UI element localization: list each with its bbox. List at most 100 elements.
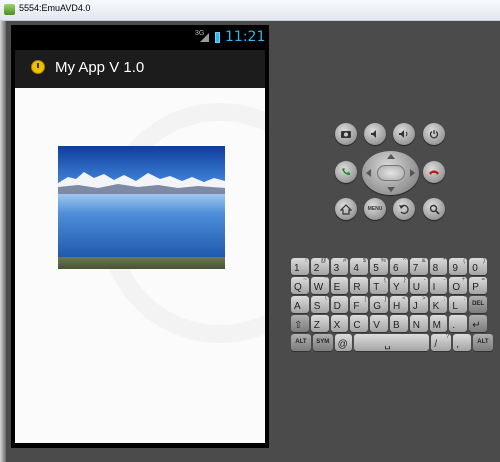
key-.[interactable]: . — [449, 315, 468, 332]
dpad-left-icon[interactable] — [366, 169, 371, 177]
volume-up-icon — [399, 130, 408, 138]
key-⇧[interactable]: ⇧ — [291, 315, 309, 332]
key-L[interactable]: L: — [449, 296, 468, 313]
key-R[interactable]: R — [350, 277, 369, 294]
menu-button[interactable]: MENU — [364, 198, 386, 220]
back-button[interactable] — [393, 198, 415, 220]
app-clock-icon[interactable] — [31, 60, 45, 74]
key-P[interactable]: P = — [469, 277, 487, 294]
key-6[interactable]: 6 ^ — [390, 258, 408, 275]
key-label: 1 — [294, 263, 300, 274]
key-alt-label: [ — [364, 296, 367, 302]
key-label: W — [313, 282, 324, 293]
signal-icon — [200, 33, 209, 42]
key-Z[interactable]: Z — [310, 315, 329, 332]
key-label: . — [452, 320, 456, 331]
key-space[interactable]: ␣ — [354, 334, 430, 351]
key-alt-label: { — [383, 277, 386, 283]
hardware-keyboard: 1! 2 @3 #4 $5% 6 ^ 7 & 8 * 9(0) Q ~ W " E ´ R T{Y} U - I - O + P = A… — [291, 258, 493, 351]
menu-label: MENU — [367, 206, 383, 212]
key-S[interactable]: S \ — [310, 296, 329, 313]
key-label: M — [432, 320, 441, 331]
dpad[interactable] — [362, 151, 419, 195]
key-↵[interactable]: ↵ — [469, 315, 487, 332]
key-alt-label: - — [423, 277, 426, 283]
key-T[interactable]: T{ — [370, 277, 388, 294]
key-Q[interactable]: Q ~ — [291, 277, 309, 294]
key-1[interactable]: 1! — [291, 258, 309, 275]
call-button[interactable] — [335, 161, 357, 183]
dpad-center-button[interactable] — [377, 165, 405, 181]
key-label: R — [353, 282, 361, 293]
key-DEL[interactable]: DEL — [469, 296, 487, 313]
key-label: ␣ — [384, 339, 391, 350]
key-alt-label: ? — [445, 334, 450, 340]
key-label: Q — [294, 282, 302, 293]
key-alt-label: \ — [324, 296, 327, 302]
key-alt-label: ( — [463, 258, 466, 264]
key-Y[interactable]: Y} — [390, 277, 408, 294]
key-8[interactable]: 8 * — [429, 258, 448, 275]
dpad-right-icon[interactable] — [410, 169, 415, 177]
home-icon — [340, 203, 352, 215]
key-alt-label: : — [463, 296, 466, 302]
key-U[interactable]: U- — [409, 277, 428, 294]
key-alt-label: ^ — [402, 258, 406, 264]
key-7[interactable]: 7 & — [409, 258, 428, 275]
key-N[interactable]: N — [409, 315, 428, 332]
key-O[interactable]: O + — [449, 277, 468, 294]
key-ALT[interactable]: ALT — [473, 334, 493, 351]
key-D[interactable]: D — [330, 296, 349, 313]
key-E[interactable]: E ´ — [330, 277, 349, 294]
key-label: N — [412, 320, 421, 331]
key-9[interactable]: 9( — [449, 258, 468, 275]
key-label: O — [452, 282, 461, 293]
key-C[interactable]: C — [350, 315, 369, 332]
key-SYM[interactable]: SYM — [312, 334, 333, 351]
key-alt-label: = — [481, 277, 485, 283]
search-button[interactable] — [423, 198, 445, 220]
key-label: 0 — [472, 263, 478, 274]
key-@[interactable]: @ — [334, 334, 353, 351]
key-G[interactable]: G] — [370, 296, 388, 313]
key-5[interactable]: 5% — [370, 258, 388, 275]
camera-button[interactable] — [335, 123, 357, 145]
volume-down-button[interactable] — [364, 123, 386, 145]
home-button[interactable] — [335, 198, 357, 220]
key-W[interactable]: W " — [310, 277, 329, 294]
key-0[interactable]: 0) — [469, 258, 487, 275]
mountain-lake-image — [58, 146, 225, 269]
key-/[interactable]: /? — [431, 334, 452, 351]
key-H[interactable]: H < — [390, 296, 408, 313]
key-ALT[interactable]: ALT — [291, 334, 311, 351]
search-icon — [429, 204, 440, 215]
key-I[interactable]: I- — [429, 277, 448, 294]
power-button[interactable] — [423, 123, 445, 145]
volume-up-button[interactable] — [393, 123, 415, 145]
dpad-down-icon[interactable] — [387, 187, 395, 192]
key-B[interactable]: B — [390, 315, 408, 332]
key-alt-label: ~ — [303, 277, 307, 283]
key-X[interactable]: X — [330, 315, 349, 332]
key-label: 6 — [393, 263, 399, 274]
key-label: C — [353, 320, 361, 331]
key-M[interactable]: M — [429, 315, 448, 332]
emulator-edge — [0, 21, 6, 462]
key-2[interactable]: 2 @ — [310, 258, 329, 275]
key-J[interactable]: J > — [409, 296, 428, 313]
key-3[interactable]: 3 # — [330, 258, 349, 275]
key-alt-label: ] — [384, 296, 386, 302]
key-4[interactable]: 4 $ — [350, 258, 369, 275]
key-F[interactable]: F[ — [350, 296, 369, 313]
key-V[interactable]: V — [370, 315, 388, 332]
key-label: Z — [313, 320, 320, 331]
key-label: L — [452, 301, 458, 312]
dpad-up-icon[interactable] — [387, 154, 395, 159]
key-K[interactable]: K; — [429, 296, 448, 313]
end-call-button[interactable] — [423, 161, 445, 183]
key-label: 3 — [333, 263, 340, 274]
key-alt-label: ! — [305, 258, 307, 264]
key-,[interactable]: , — [453, 334, 471, 351]
key-A[interactable]: A — [291, 296, 309, 313]
key-label: K — [432, 301, 440, 312]
